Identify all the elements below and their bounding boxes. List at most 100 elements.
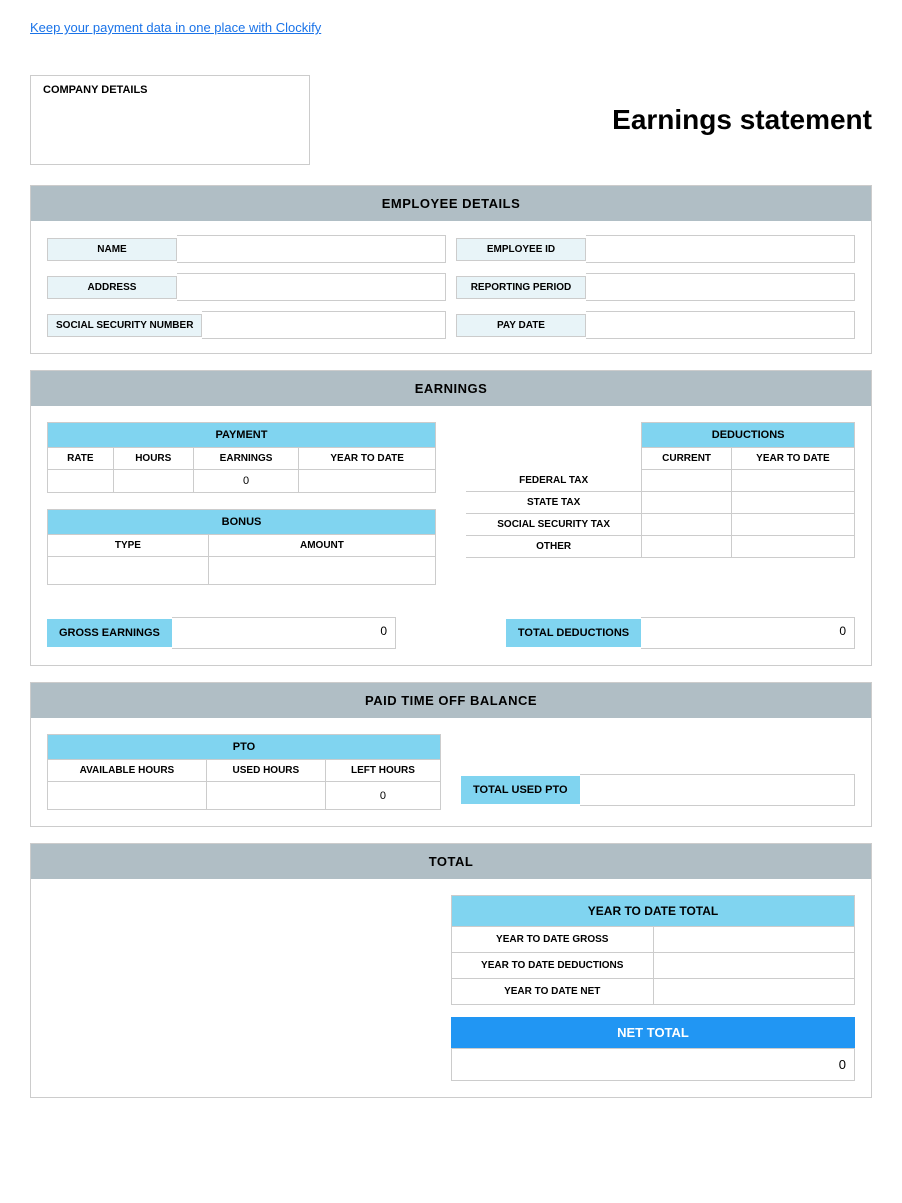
earnings-totals-row: GROSS EARNINGS 0 TOTAL DEDUCTIONS 0 xyxy=(31,617,871,665)
earnings-section: EARNINGS PAYMENT RATE HOURS EARNINGS YEA… xyxy=(30,370,872,666)
earnings-statement-title: Earnings statement xyxy=(612,104,872,136)
reporting-period-field-row: REPORTING PERIOD xyxy=(456,273,855,301)
total-left xyxy=(47,895,451,1081)
name-value[interactable] xyxy=(177,235,446,263)
ytd-deductions-label: YEAR TO DATE DEDUCTIONS xyxy=(452,953,654,978)
other-label: OTHER xyxy=(466,535,642,557)
total-used-pto-label: TOTAL USED PTO xyxy=(461,776,580,804)
pto-row: 0 xyxy=(48,782,441,810)
total-deductions-label: TOTAL DEDUCTIONS xyxy=(506,619,641,647)
federal-tax-current[interactable] xyxy=(642,470,732,492)
pay-date-field-row: PAY DATE xyxy=(456,311,855,339)
ytd-cell[interactable] xyxy=(299,470,436,493)
earnings-cell[interactable]: 0 xyxy=(193,470,298,493)
ytd-gross-label: YEAR TO DATE GROSS xyxy=(452,927,654,952)
ssn-field-row: SOCIAL SECURITY NUMBER xyxy=(47,311,446,339)
ssn-label: SOCIAL SECURITY NUMBER xyxy=(47,314,202,337)
left-hours-cell[interactable]: 0 xyxy=(325,782,440,810)
ytd-deductions-value[interactable] xyxy=(654,953,855,978)
employee-id-field-row: EMPLOYEE ID xyxy=(456,235,855,263)
ssn-value[interactable] xyxy=(202,311,446,339)
bonus-type-cell[interactable] xyxy=(48,557,209,585)
pto-content: PTO AVAILABLE HOURS USED HOURS LEFT HOUR… xyxy=(31,718,871,826)
social-security-ytd[interactable] xyxy=(731,513,854,535)
available-hours-cell[interactable] xyxy=(48,782,207,810)
bonus-amount-cell[interactable] xyxy=(208,557,435,585)
rate-cell[interactable] xyxy=(48,470,114,493)
gross-earnings-box: GROSS EARNINGS 0 xyxy=(47,617,396,649)
ytd-net-label: YEAR TO DATE NET xyxy=(452,979,654,1004)
federal-tax-ytd[interactable] xyxy=(731,470,854,492)
state-tax-current[interactable] xyxy=(642,491,732,513)
bonus-amount-header: AMOUNT xyxy=(208,535,435,557)
pto-right: TOTAL USED PTO xyxy=(461,774,855,806)
payment-table: PAYMENT RATE HOURS EARNINGS YEAR TO DATE… xyxy=(47,422,436,493)
payment-bonus-wrap: PAYMENT RATE HOURS EARNINGS YEAR TO DATE… xyxy=(47,422,436,585)
deductions-ytd-col-header: YEAR TO DATE xyxy=(731,448,854,470)
federal-tax-row: FEDERAL TAX xyxy=(466,470,855,492)
clockify-link[interactable]: Keep your payment data in one place with… xyxy=(30,20,321,35)
rate-col-header: RATE xyxy=(48,448,114,470)
other-row: OTHER xyxy=(466,535,855,557)
ytd-gross-row: YEAR TO DATE GROSS xyxy=(451,927,855,953)
state-tax-row: STATE TAX xyxy=(466,491,855,513)
ytd-header: YEAR TO DATE TOTAL xyxy=(451,895,855,927)
social-security-label: SOCIAL SECURITY TAX xyxy=(466,513,642,535)
payment-row: 0 xyxy=(48,470,436,493)
federal-tax-label: FEDERAL TAX xyxy=(466,470,642,492)
ytd-gross-value[interactable] xyxy=(654,927,855,952)
net-total-value[interactable]: 0 xyxy=(451,1048,855,1081)
pto-header: PAID TIME OFF BALANCE xyxy=(31,683,871,718)
address-label: ADDRESS xyxy=(47,276,177,299)
social-security-current[interactable] xyxy=(642,513,732,535)
employee-id-label: EMPLOYEE ID xyxy=(456,238,586,261)
ytd-deductions-row: YEAR TO DATE DEDUCTIONS xyxy=(451,953,855,979)
total-content: YEAR TO DATE TOTAL YEAR TO DATE GROSS YE… xyxy=(31,879,871,1097)
bonus-table-header: BONUS xyxy=(48,510,436,535)
state-tax-ytd[interactable] xyxy=(731,491,854,513)
other-current[interactable] xyxy=(642,535,732,557)
address-field-row: ADDRESS xyxy=(47,273,446,301)
company-details-box: COMPANY DETAILS xyxy=(30,75,310,165)
net-total-wrapper: NET TOTAL 0 xyxy=(451,1017,855,1081)
pto-left: PTO AVAILABLE HOURS USED HOURS LEFT HOUR… xyxy=(47,734,441,810)
employee-details-left: NAME ADDRESS SOCIAL SECURITY NUMBER xyxy=(47,235,446,339)
other-ytd[interactable] xyxy=(731,535,854,557)
total-used-pto-box: TOTAL USED PTO xyxy=(461,774,855,806)
address-value[interactable] xyxy=(177,273,446,301)
total-right: YEAR TO DATE TOTAL YEAR TO DATE GROSS YE… xyxy=(451,895,855,1081)
total-deductions-value[interactable]: 0 xyxy=(641,617,855,649)
total-section: TOTAL YEAR TO DATE TOTAL YEAR TO DATE GR… xyxy=(30,843,872,1098)
total-deductions-box: TOTAL DEDUCTIONS 0 xyxy=(506,617,855,649)
gross-earnings-value[interactable]: 0 xyxy=(172,617,396,649)
state-tax-label: STATE TAX xyxy=(466,491,642,513)
earnings-tables-row: PAYMENT RATE HOURS EARNINGS YEAR TO DATE… xyxy=(31,406,871,601)
total-used-pto-value[interactable] xyxy=(580,774,855,806)
employee-details-header: EMPLOYEE DETAILS xyxy=(31,186,871,221)
left-hours-header: LEFT HOURS xyxy=(325,760,440,782)
employee-id-value[interactable] xyxy=(586,235,855,263)
pto-table-header: PTO xyxy=(48,735,441,760)
earnings-header: EARNINGS xyxy=(31,371,871,406)
current-col-header: CURRENT xyxy=(642,448,732,470)
employee-details-section: EMPLOYEE DETAILS NAME ADDRESS SOCIAL SEC… xyxy=(30,185,872,354)
total-header: TOTAL xyxy=(31,844,871,879)
ytd-col-header: YEAR TO DATE xyxy=(299,448,436,470)
employee-details-grid: NAME ADDRESS SOCIAL SECURITY NUMBER EMPL… xyxy=(31,221,871,353)
available-hours-header: AVAILABLE HOURS xyxy=(48,760,207,782)
pay-date-value[interactable] xyxy=(586,311,855,339)
used-hours-cell[interactable] xyxy=(206,782,325,810)
pay-date-label: PAY DATE xyxy=(456,314,586,337)
ytd-table-wrapper: YEAR TO DATE TOTAL YEAR TO DATE GROSS YE… xyxy=(451,895,855,1005)
header-section: COMPANY DETAILS Earnings statement xyxy=(30,75,872,165)
ytd-net-row: YEAR TO DATE NET xyxy=(451,979,855,1005)
reporting-period-value[interactable] xyxy=(586,273,855,301)
name-field-row: NAME xyxy=(47,235,446,263)
deductions-table-wrap: DEDUCTIONS CURRENT YEAR TO DATE FEDERAL … xyxy=(466,422,855,585)
earnings-col-header: EARNINGS xyxy=(193,448,298,470)
pto-table: PTO AVAILABLE HOURS USED HOURS LEFT HOUR… xyxy=(47,734,441,810)
payment-table-header: PAYMENT xyxy=(48,423,436,448)
hours-cell[interactable] xyxy=(113,470,193,493)
net-total-label: NET TOTAL xyxy=(451,1017,855,1048)
ytd-net-value[interactable] xyxy=(654,979,855,1004)
